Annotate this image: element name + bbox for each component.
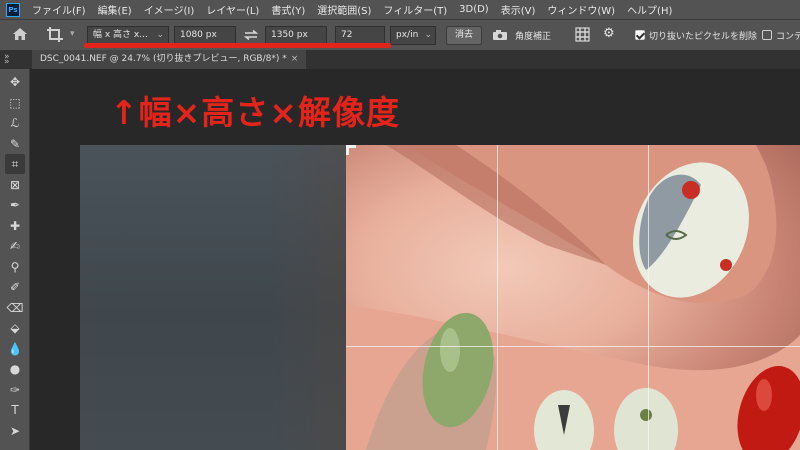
pen-tool-icon[interactable]: ✑ [5,380,25,400]
chevron-down-icon: ⌄ [424,30,432,40]
straighten-label[interactable]: 角度補正 [515,29,551,42]
crop-grid-line [497,145,498,450]
gear-icon[interactable]: ⚙ [603,26,615,41]
type-tool-icon[interactable]: T [5,400,25,420]
eyedropper-tool-icon[interactable]: ✒ [5,195,25,215]
delete-cropped-label: 切り抜いたピクセルを削除 [649,32,758,42]
collapse-icon[interactable]: » [4,57,10,67]
resolution-value: 72 [341,30,353,40]
menu-type[interactable]: 書式(Y) [265,2,311,17]
menu-image[interactable]: イメージ(I) [138,2,201,17]
resolution-unit-label: px/in [396,30,419,40]
crop-handle-corner[interactable] [346,145,349,155]
menu-edit[interactable]: 編集(E) [92,2,138,17]
menu-3d[interactable]: 3D(D) [453,4,495,15]
delete-cropped-checkbox[interactable] [635,30,645,40]
menu-select[interactable]: 選択範囲(S) [311,2,377,17]
hand-nails-photo [346,145,800,450]
lasso-tool-icon[interactable]: ℒ [5,113,25,133]
menu-view[interactable]: 表示(V) [495,2,542,17]
crop-preset-icon[interactable] [46,26,64,44]
brush-tool-icon[interactable]: ✍ [5,236,25,256]
annotation-text: ↑幅×高さ×解像度 [110,93,400,132]
blur-tool-icon[interactable]: 💧 [5,339,25,359]
resolution-unit-select[interactable]: px/in ⌄ [390,26,436,45]
eraser-tool-icon[interactable]: ⌫ [5,298,25,318]
home-icon[interactable] [12,27,28,41]
swap-icon[interactable] [244,30,258,40]
width-value: 1080 px [180,30,217,40]
menu-window[interactable]: ウィンドウ(W) [541,2,621,17]
photoshop-logo-icon: Ps [6,2,20,17]
document-tab[interactable]: DSC_0041.NEF @ 24.7% (切り抜きプレビュー, RGB/8*)… [32,50,307,69]
bucket-tool-icon[interactable]: ⬙ [5,318,25,338]
dodge-tool-icon[interactable]: ● [5,359,25,379]
document-tab-title: DSC_0041.NEF @ 24.7% (切り抜きプレビュー, RGB/8*)… [40,54,287,64]
annotation-underline [84,43,391,48]
overlay-grid-icon[interactable] [575,27,590,42]
document-background-area[interactable] [80,145,350,450]
healing-tool-icon[interactable]: ✚ [5,216,25,236]
content-aware-checkbox[interactable] [762,30,772,40]
menu-help[interactable]: ヘルプ(H) [621,2,678,17]
menu-file[interactable]: ファイル(F) [26,2,92,17]
menu-filter[interactable]: フィルター(T) [377,2,453,17]
close-icon[interactable]: × [291,54,299,64]
frame-tool-icon[interactable]: ⊠ [5,175,25,195]
height-value: 1350 px [271,30,308,40]
clear-button[interactable]: 消去 [446,26,483,45]
menu-bar: Ps ファイル(F) 編集(E) イメージ(I) レイヤー(L) 書式(Y) 選… [0,0,800,19]
crop-grid-line [648,145,649,450]
document-tab-bar: » DSC_0041.NEF @ 24.7% (切り抜きプレビュー, RGB/8… [0,50,800,69]
crop-tool-icon[interactable]: ⌗ [5,154,25,174]
path-select-tool-icon[interactable]: ➤ [5,421,25,441]
quick-select-tool-icon[interactable]: ✎ [5,134,25,154]
chevron-down-icon: ⌄ [156,30,164,40]
history-brush-tool-icon[interactable]: ✐ [5,277,25,297]
straighten-icon[interactable] [492,29,508,41]
crop-ratio-label: 幅 x 高さ x... [93,30,148,40]
crop-preset-chevron-icon[interactable]: ▾ [70,29,75,39]
move-tool-icon[interactable]: ✥ [5,72,25,92]
stamp-tool-icon[interactable]: ⚲ [5,257,25,277]
marquee-tool-icon[interactable]: ⬚ [5,93,25,113]
content-aware-label: コンテン [776,32,800,42]
menu-layer[interactable]: レイヤー(L) [200,2,265,17]
crop-grid-line [346,346,800,347]
crop-preview-photo[interactable] [346,145,800,450]
